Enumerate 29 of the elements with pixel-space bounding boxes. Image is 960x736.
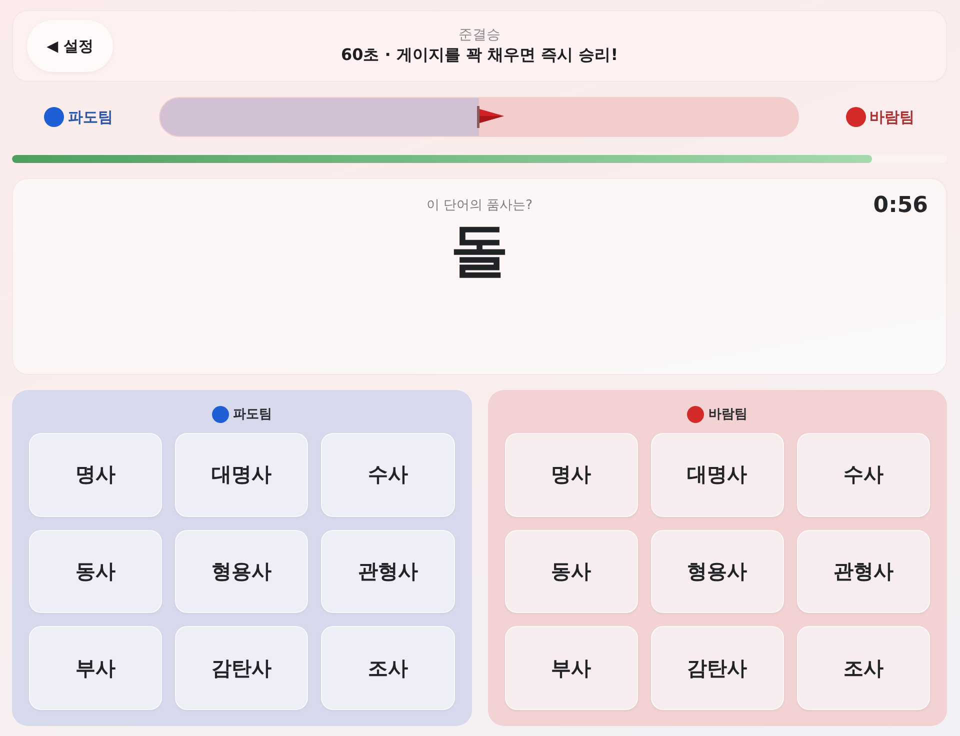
- answer-button[interactable]: 명사: [29, 433, 162, 517]
- team-name: 바람팀: [870, 108, 914, 126]
- answer-button[interactable]: 감탄사: [650, 626, 784, 710]
- answer-button[interactable]: 조사: [321, 626, 454, 710]
- answer-button[interactable]: 부사: [504, 626, 638, 710]
- round-label: 준결승: [458, 26, 502, 44]
- question-word: 돌: [449, 215, 510, 285]
- answer-button[interactable]: 관형사: [321, 530, 454, 614]
- answer-button[interactable]: 부사: [29, 626, 162, 710]
- answer-button[interactable]: 관형사: [796, 530, 930, 614]
- team-name: 파도팀: [68, 108, 113, 126]
- answer-button[interactable]: 조사: [796, 626, 930, 710]
- answer-button[interactable]: 수사: [321, 433, 454, 517]
- question-prompt: 이 단어의 품사는?: [426, 197, 533, 215]
- answer-button[interactable]: 명사: [504, 433, 638, 517]
- flag-icon: [477, 106, 505, 128]
- countdown-time: 0:56: [873, 195, 928, 217]
- answer-button[interactable]: 대명사: [650, 433, 784, 517]
- answer-button[interactable]: 대명사: [175, 433, 308, 517]
- rule-text: 60초 · 게이지를 꽉 채우면 즉시 승리!: [340, 44, 618, 66]
- answer-button[interactable]: 형용사: [175, 530, 308, 614]
- answer-button[interactable]: 형용사: [650, 530, 784, 614]
- team-name: 바람팀: [708, 406, 748, 423]
- back-button[interactable]: ◀ 설정: [27, 20, 113, 72]
- answer-button[interactable]: 수사: [796, 433, 930, 517]
- answer-button[interactable]: 감탄사: [175, 626, 308, 710]
- answer-button[interactable]: 동사: [29, 530, 162, 614]
- team-name: 파도팀: [232, 406, 272, 423]
- answer-button[interactable]: 동사: [504, 530, 638, 614]
